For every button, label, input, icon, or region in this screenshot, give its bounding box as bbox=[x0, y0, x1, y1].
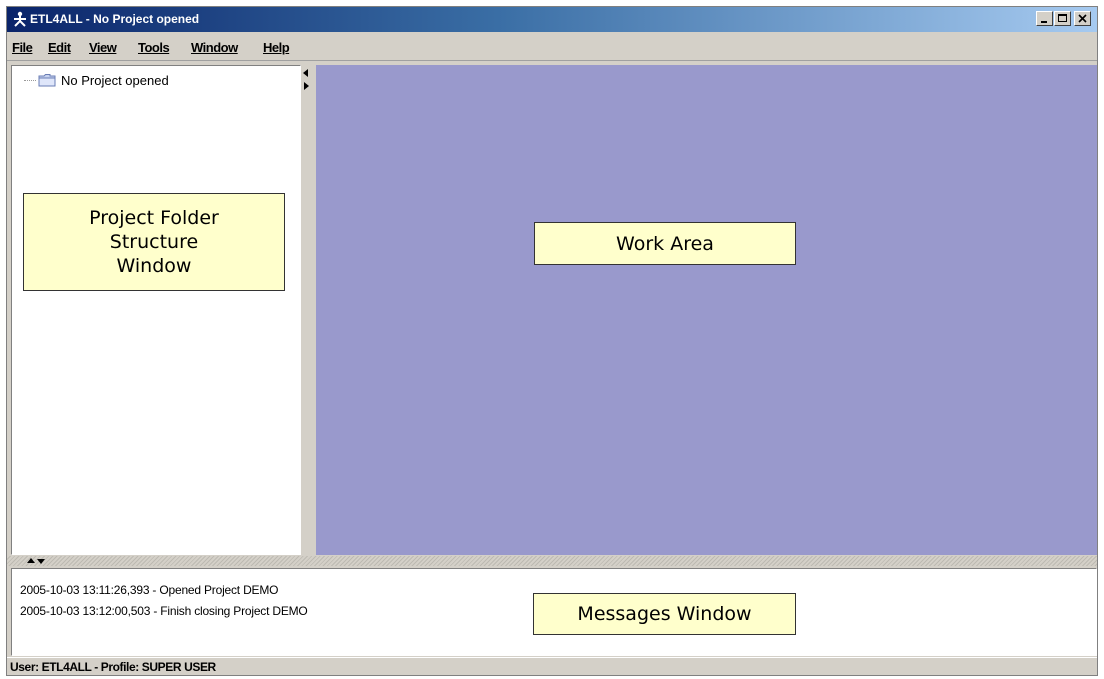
etl4all-logo-icon[interactable] bbox=[12, 11, 28, 27]
message-line: 2005-10-03 13:11:26,393 - Opened Project… bbox=[20, 583, 279, 597]
menu-file[interactable]: File bbox=[12, 40, 33, 55]
close-icon bbox=[1078, 14, 1087, 23]
messages-window-callout: Messages Window bbox=[533, 593, 796, 635]
work-area[interactable] bbox=[316, 65, 1097, 555]
callout-line: Window bbox=[116, 255, 192, 277]
menu-bar: File Edit View Tools Window Help bbox=[7, 32, 1097, 61]
menu-window[interactable]: Window bbox=[191, 40, 238, 55]
message-line: 2005-10-03 13:12:00,503 - Finish closing… bbox=[20, 604, 308, 618]
tree-root-label: No Project opened bbox=[61, 72, 169, 88]
menu-edit[interactable]: Edit bbox=[48, 40, 71, 55]
splitter-arrows-icon[interactable] bbox=[27, 557, 45, 565]
menu-view[interactable]: View bbox=[89, 40, 117, 55]
minimize-button[interactable] bbox=[1036, 11, 1053, 26]
collapse-left-icon[interactable] bbox=[302, 69, 310, 77]
maximize-button[interactable] bbox=[1054, 11, 1071, 26]
project-folder-callout: Project Folder Structure Window bbox=[23, 193, 285, 291]
horizontal-splitter[interactable] bbox=[7, 556, 1097, 566]
callout-line: Structure bbox=[109, 231, 199, 253]
callout-line: Project Folder bbox=[89, 207, 219, 229]
work-area-callout: Work Area bbox=[534, 222, 796, 265]
title-bar[interactable]: ETL4ALL - No Project opened bbox=[7, 7, 1097, 32]
window-title: ETL4ALL - No Project opened bbox=[30, 12, 200, 26]
maximize-icon bbox=[1058, 14, 1067, 22]
close-button[interactable] bbox=[1074, 11, 1091, 26]
vertical-splitter[interactable] bbox=[301, 65, 312, 555]
minimize-icon bbox=[1041, 21, 1047, 23]
tree-connector bbox=[24, 79, 36, 81]
tree-root-node[interactable]: No Project opened bbox=[24, 72, 169, 88]
expand-right-icon[interactable] bbox=[302, 82, 310, 90]
app-window: ETL4ALL - No Project opened File Edit Vi… bbox=[6, 6, 1098, 676]
status-text: User: ETL4ALL - Profile: SUPER USER bbox=[10, 660, 216, 674]
callout-text: Work Area bbox=[616, 232, 714, 255]
menu-tools[interactable]: Tools bbox=[138, 40, 170, 55]
folder-icon bbox=[38, 74, 56, 87]
menu-help[interactable]: Help bbox=[263, 40, 290, 55]
project-tree-panel[interactable]: No Project opened bbox=[11, 65, 301, 555]
window-controls bbox=[1036, 11, 1091, 26]
callout-text: Messages Window bbox=[577, 603, 752, 625]
status-bar: User: ETL4ALL - Profile: SUPER USER bbox=[7, 657, 1097, 675]
